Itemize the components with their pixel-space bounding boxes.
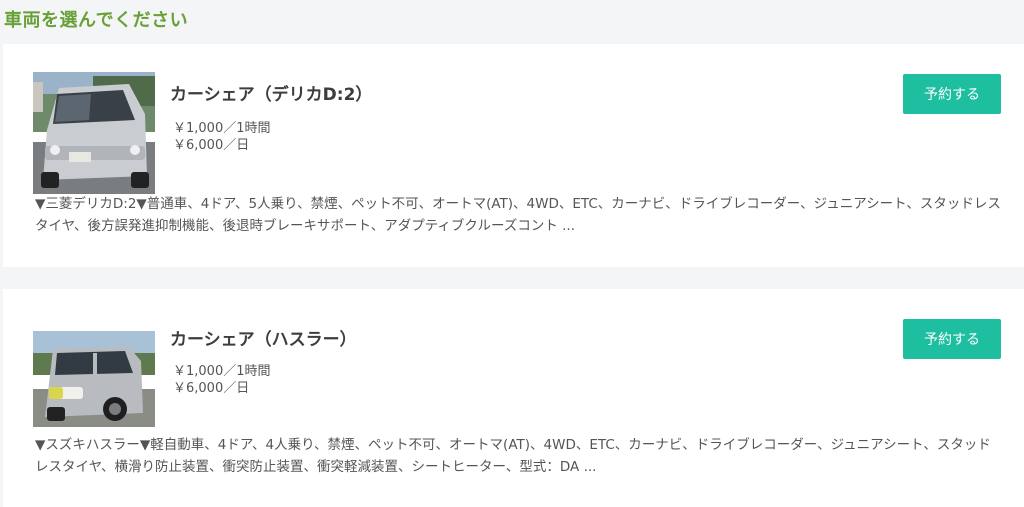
vehicle-name[interactable]: カーシェア（デリカD:2）: [170, 83, 372, 107]
silver-minivan-image: [33, 72, 155, 194]
hourly-price: ￥1,000／1時間: [173, 364, 271, 379]
vehicle-photo[interactable]: [33, 331, 155, 427]
vehicle-card: カーシェア（デリカD:2） ￥1,000／1時間 ￥6,000／日 予約する ▼…: [3, 44, 1024, 267]
hourly-price: ￥1,000／1時間: [173, 121, 271, 136]
reserve-button[interactable]: 予約する: [903, 319, 1001, 359]
vehicle-description: ▼スズキハスラー▼軽自動車、4ドア、4人乗り、禁煙、ペット不可、オートマ(AT)…: [35, 437, 991, 475]
silver-suv-image: [33, 331, 155, 427]
page-title: 車両を選んでください: [4, 10, 189, 31]
vehicle-description: ▼三菱デリカD:2▼普通車、4ドア、5人乗り、禁煙、ペット不可、オートマ(AT)…: [35, 196, 1001, 234]
vehicle-photo[interactable]: [33, 72, 155, 194]
reserve-button[interactable]: 予約する: [903, 74, 1001, 114]
daily-price: ￥6,000／日: [173, 381, 250, 396]
vehicle-name[interactable]: カーシェア（ハスラー）: [170, 328, 357, 352]
vehicle-card: カーシェア（ハスラー） ￥1,000／1時間 ￥6,000／日 予約する ▼スズ…: [3, 289, 1024, 507]
daily-price: ￥6,000／日: [173, 138, 250, 153]
